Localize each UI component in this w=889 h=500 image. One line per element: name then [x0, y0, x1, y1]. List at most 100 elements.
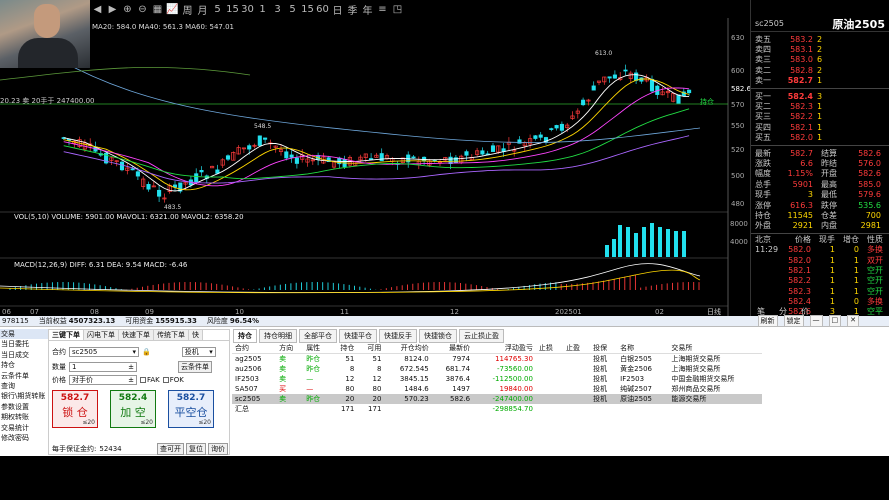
- positions-header-cell[interactable]: 可用: [357, 343, 384, 354]
- position-tab-1[interactable]: 持仓明细: [259, 328, 297, 343]
- hedge-select[interactable]: 投机 ▾: [181, 347, 216, 357]
- sell-level[interactable]: 卖四 583.1 2: [751, 44, 889, 54]
- order-tab-0[interactable]: 三键下单: [49, 330, 84, 340]
- position-cell-dir: 卖: [279, 355, 287, 363]
- add-short-button[interactable]: 582.4 加 空 ≤20: [110, 390, 156, 428]
- side-menu-item[interactable]: 期权转账: [0, 412, 48, 422]
- positions-header-cell[interactable]: 交易所: [668, 343, 762, 354]
- toolbar-button-10[interactable]: 30: [240, 1, 255, 17]
- order-action-0[interactable]: 查可开: [157, 443, 184, 455]
- side-menu-item[interactable]: 交易统计: [0, 423, 48, 433]
- period-tab[interactable]: 日线: [707, 307, 721, 316]
- buy-level[interactable]: 买四 582.1 1: [751, 122, 889, 132]
- side-menu-item[interactable]: 交易: [0, 329, 48, 340]
- contract-select[interactable]: sc2505 ▾: [69, 347, 139, 357]
- toolbar-button-18[interactable]: 年: [360, 1, 375, 17]
- buy-level[interactable]: 买一 582.4 3: [751, 91, 889, 101]
- positions-header-cell[interactable]: 名称: [617, 343, 668, 354]
- toolbar-button-14[interactable]: 15: [300, 1, 315, 17]
- toolbar-button-20[interactable]: ◳: [390, 1, 405, 17]
- position-tab-3[interactable]: 快捷平仓: [339, 328, 377, 343]
- window-button-0[interactable]: 刷新: [757, 315, 778, 327]
- positions-header-cell[interactable]: 持仓: [330, 343, 357, 354]
- tick-volume: 1: [829, 297, 835, 307]
- window-button-4[interactable]: ✕: [847, 315, 859, 327]
- side-menu-item[interactable]: 当日成交: [0, 350, 48, 360]
- toolbar-button-1[interactable]: ▶: [105, 1, 120, 17]
- position-tab-0[interactable]: 持仓: [233, 328, 257, 343]
- toolbar-button-6[interactable]: 周: [180, 1, 195, 17]
- toolbar-button-7[interactable]: 月: [195, 1, 210, 17]
- position-tab-4[interactable]: 快捷反手: [379, 328, 417, 343]
- level-label: 买一: [755, 91, 771, 101]
- quantity-stepper[interactable]: 1 ±: [69, 362, 137, 372]
- lock-icon[interactable]: 🔒: [142, 348, 151, 356]
- buy-level[interactable]: 买三 582.2 1: [751, 112, 889, 122]
- side-menu-item[interactable]: 持仓: [0, 360, 48, 370]
- toolbar-button-3[interactable]: ⊖: [135, 1, 150, 17]
- window-button-2[interactable]: —: [809, 315, 823, 327]
- position-row[interactable]: ag2505 卖 昨仓 51 51 8124.0 7974 114765.30 投机 白银2505…: [232, 354, 762, 365]
- position-row[interactable]: au2506 卖 昨仓 8 8 672.545 681.74 -73560.00 投机 黄金250…: [232, 364, 762, 374]
- toolbar-button-4[interactable]: ▦: [150, 1, 165, 17]
- toolbar-button-17[interactable]: 季: [345, 1, 360, 17]
- position-row[interactable]: sc2505 卖 昨仓 20 20 570.23 582.6 -247400.00 投机 原油25…: [232, 394, 762, 404]
- toolbar-button-19[interactable]: ≡: [375, 1, 390, 17]
- order-tab-4[interactable]: 快: [189, 330, 203, 340]
- side-menu-item[interactable]: 查询: [0, 381, 48, 391]
- toolbar-button-15[interactable]: 60: [315, 1, 330, 17]
- position-tab-2[interactable]: 全部平仓: [299, 328, 337, 343]
- side-menu-item[interactable]: 云条件单: [0, 371, 48, 381]
- positions-header-cell[interactable]: 方向: [276, 343, 303, 354]
- positions-header-cell[interactable]: 止盈: [563, 343, 590, 354]
- window-button-1[interactable]: 锁定: [783, 315, 804, 327]
- position-tab-6[interactable]: 云止损止盈: [459, 328, 504, 343]
- buy-level[interactable]: 买二 582.3 1: [751, 101, 889, 111]
- lock-position-button[interactable]: 582.7 锁 仓 ≤20: [52, 390, 98, 428]
- order-action-1[interactable]: 复位: [186, 443, 206, 455]
- position-row[interactable]: SA507 买 — 80 80 1484.6 1497 19840.00 投机 纯碱2507 郑州商…: [232, 384, 762, 394]
- positions-header-cell[interactable]: 开仓均价: [384, 343, 431, 354]
- toolbar-button-8[interactable]: 5: [210, 1, 225, 17]
- side-menu-item[interactable]: 参数设置: [0, 402, 48, 412]
- window-button-3[interactable]: □: [828, 315, 842, 327]
- order-actions: 查可开 复位 询价: [157, 443, 228, 455]
- side-menu-item[interactable]: 银行\期货转账: [0, 391, 48, 401]
- position-cell-ex: 上海期货交易所: [671, 365, 721, 373]
- stat-value: 11545: [787, 210, 813, 220]
- toolbar-button-16[interactable]: 日: [330, 1, 345, 17]
- positions-header-cell[interactable]: 投保: [590, 343, 617, 354]
- sell-level[interactable]: 卖一 582.7 1: [751, 76, 889, 86]
- toolbar-button-11[interactable]: 1: [255, 1, 270, 17]
- positions-header-cell[interactable]: 浮动盈亏: [473, 343, 536, 354]
- cloud-order-button[interactable]: 云条件单: [178, 361, 212, 373]
- toolbar-button-5[interactable]: 📈: [165, 1, 180, 17]
- toolbar-button-0[interactable]: ◀: [90, 1, 105, 17]
- price-input[interactable]: 对手价 ±: [69, 375, 137, 385]
- position-row[interactable]: IF2503 卖 — 12 12 3845.15 3876.4 -112500.00 投机 IF2…: [232, 374, 762, 384]
- fok-checkbox[interactable]: FOK: [162, 376, 184, 384]
- side-menu-item[interactable]: 当日委托: [0, 339, 48, 349]
- side-menu-item[interactable]: 修改密码: [0, 433, 48, 443]
- order-action-2[interactable]: 询价: [208, 443, 228, 455]
- order-tab-3[interactable]: 传统下单: [154, 330, 189, 340]
- sell-level[interactable]: 卖五 583.2 2: [751, 34, 889, 44]
- sell-level[interactable]: 卖二 582.8 2: [751, 65, 889, 75]
- position-tab-5[interactable]: 快捷锁仓: [419, 328, 457, 343]
- toolbar-button-2[interactable]: ⊕: [120, 1, 135, 17]
- sell-level[interactable]: 卖三 583.0 6: [751, 55, 889, 65]
- positions-header-cell[interactable]: 止损: [536, 343, 563, 354]
- close-short-button[interactable]: 582.7 平空仓 ≤20: [168, 390, 214, 428]
- positions-header-cell[interactable]: 属性: [303, 343, 330, 354]
- positions-header-cell[interactable]: 合约: [232, 343, 276, 354]
- stat-key: 最低: [821, 190, 837, 200]
- toolbar-button-9[interactable]: 15: [225, 1, 240, 17]
- toolbar-button-13[interactable]: 5: [285, 1, 300, 17]
- toolbar-button-12[interactable]: 3: [270, 1, 285, 17]
- quote-name[interactable]: 原油2505: [832, 16, 885, 32]
- buy-level[interactable]: 买五 582.0 1: [751, 133, 889, 143]
- positions-header-cell[interactable]: 最新价: [432, 343, 473, 354]
- order-tab-2[interactable]: 快速下单: [119, 330, 154, 340]
- order-tab-1[interactable]: 闪电下单: [84, 330, 119, 340]
- fak-checkbox[interactable]: FAK: [140, 376, 160, 384]
